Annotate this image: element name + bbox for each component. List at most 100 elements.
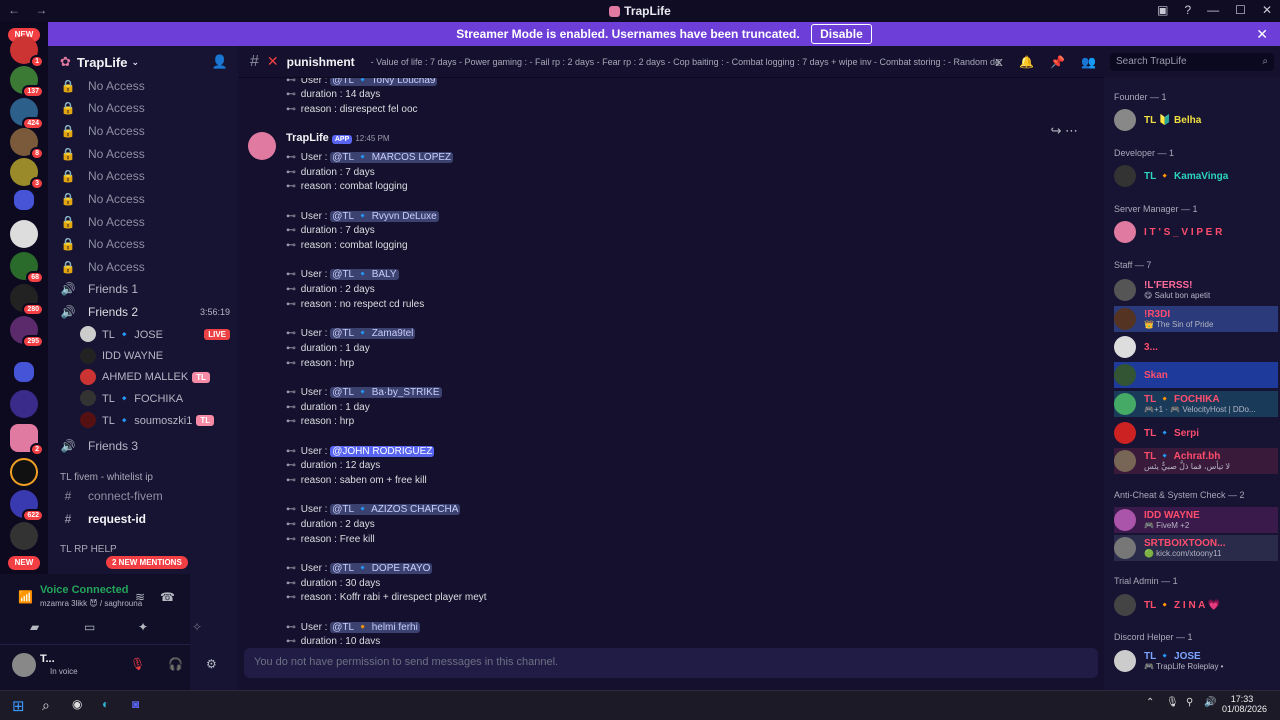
- member-item[interactable]: I T ' S _ V I P E R: [1114, 219, 1278, 245]
- voice-user[interactable]: TL 🔹 soumoszki1 TL: [80, 410, 230, 430]
- search-icon[interactable]: ⌕: [42, 697, 60, 715]
- channel-locked[interactable]: 🔒 No Access: [60, 166, 145, 186]
- member-item[interactable]: TL 🔹 Achraf.bh لا تيأس، فما ذلَّ صبيٌّ يئ…: [1114, 448, 1278, 474]
- member-item[interactable]: TL 🔹 Serpi: [1114, 420, 1278, 446]
- user-mention[interactable]: @JOHN RODRIGUEZ: [330, 445, 435, 457]
- server-icon[interactable]: 424: [10, 98, 44, 130]
- user-mention[interactable]: @TL 🔹 MARCOS LOPEZ: [330, 152, 454, 163]
- pin-icon[interactable]: 📌: [1050, 55, 1065, 70]
- voice-channel-friends-2[interactable]: 🔊 Friends 2 3:56:19: [60, 302, 230, 322]
- close-window-button[interactable]: ✕: [1262, 3, 1272, 17]
- add-member-icon[interactable]: 👤: [212, 54, 228, 70]
- user-mention[interactable]: @TL 🔸 helmi ferhi: [330, 621, 420, 633]
- members-icon[interactable]: 👥: [1081, 55, 1096, 70]
- threads-icon[interactable]: ⧖: [995, 55, 1003, 70]
- noise-suppression-icon[interactable]: ≋: [135, 590, 145, 604]
- server-icon[interactable]: [10, 220, 38, 248]
- voice-user[interactable]: IDD WAYNE: [80, 346, 230, 366]
- user-mention[interactable]: @TL 🔹 Rvyvn DeLuxe: [330, 210, 439, 222]
- server-icon[interactable]: 8: [10, 128, 44, 160]
- windows-start-icon[interactable]: ⊞: [12, 697, 30, 715]
- edge-icon[interactable]: ◐: [102, 697, 120, 715]
- channel-locked[interactable]: 🔒 No Access: [60, 121, 145, 141]
- new-mentions-pill[interactable]: 2 NEW MENTIONS: [106, 556, 188, 569]
- new-badge-bottom[interactable]: NEW: [8, 556, 40, 570]
- tray-chevron-icon[interactable]: ⌃: [1146, 697, 1164, 715]
- server-icon[interactable]: 622: [10, 490, 44, 522]
- signal-icon[interactable]: 📶: [18, 590, 33, 604]
- channel-request-id[interactable]: # request-id: [60, 509, 146, 529]
- server-icon[interactable]: [10, 458, 38, 486]
- maximize-button[interactable]: ☐: [1235, 3, 1246, 17]
- channel-locked[interactable]: 🔒 No Access: [60, 98, 145, 118]
- mic-icon[interactable]: 🎙: [1166, 697, 1184, 715]
- member-item[interactable]: 3...: [1114, 334, 1278, 360]
- voice-user[interactable]: TL 🔹 JOSE LIVE: [80, 324, 230, 344]
- volume-icon[interactable]: 🔊: [1204, 697, 1222, 715]
- member-item[interactable]: !R3DI 👑 The Sin of Pride: [1114, 306, 1278, 332]
- avatar[interactable]: [12, 653, 36, 677]
- user-mention[interactable]: @TL 🔹 AZIZOS CHAFCHA: [330, 504, 461, 516]
- activity-icon[interactable]: ✦: [138, 620, 148, 634]
- discord-icon[interactable]: ◙: [132, 697, 150, 715]
- network-icon[interactable]: ⚲: [1186, 697, 1204, 715]
- channel-connect-fivem[interactable]: # connect-fivem: [60, 486, 163, 506]
- server-icon[interactable]: [10, 522, 38, 550]
- server-icon[interactable]: 68: [10, 252, 44, 284]
- server-icon[interactable]: 1: [10, 36, 44, 68]
- search-input[interactable]: Search TrapLife ⌕: [1110, 53, 1274, 71]
- forward-icon[interactable]: ↪ ⋯: [1050, 123, 1078, 139]
- member-item[interactable]: SRTBOIXTOON... 🟢 kick.com/xtoony11: [1114, 535, 1278, 561]
- category-fivem[interactable]: TL fivem - whitelist ip: [60, 467, 153, 487]
- member-item[interactable]: Skan: [1114, 362, 1278, 388]
- channel-locked[interactable]: 🔒 No Access: [60, 212, 145, 232]
- channel-topic[interactable]: - Value of life : 7 days - Power gaming …: [371, 57, 1001, 67]
- voice-detail[interactable]: mzamra 3likk 😈 / saghrouna: [40, 599, 142, 608]
- server-icon[interactable]: 137: [10, 66, 44, 98]
- member-item[interactable]: TL 🔸 FOCHIKA 🎮+1 · 🎮 VelocityHost | DDo..…: [1114, 391, 1278, 417]
- server-icon[interactable]: 280: [10, 284, 44, 316]
- voice-channel-friends-1[interactable]: 🔊 Friends 1: [60, 279, 139, 299]
- close-banner-icon[interactable]: ✕: [1256, 22, 1268, 46]
- deafen-icon[interactable]: 🎧: [168, 657, 183, 671]
- channel-locked[interactable]: 🔒 No Access: [60, 234, 145, 254]
- traplife-server-icon[interactable]: 2: [10, 424, 44, 456]
- channel-locked[interactable]: 🔒 No Access: [60, 76, 145, 96]
- channel-locked[interactable]: 🔒 No Access: [60, 144, 145, 164]
- voice-user[interactable]: AHMED MALLEK TL: [80, 367, 230, 387]
- user-mention[interactable]: @TL 🔹 Ba·by_STRIKE: [330, 386, 442, 398]
- disable-streamer-button[interactable]: Disable: [811, 24, 872, 44]
- user-mention[interactable]: @TL 🔹 BALY: [330, 269, 399, 281]
- user-mention[interactable]: @TL 🔹 Zama9tel: [330, 328, 416, 340]
- member-item[interactable]: TL 🔹 JOSE 🎮 TrapLife Roleplay •: [1114, 648, 1278, 674]
- clock[interactable]: 17:33 01/08/2026: [1222, 694, 1267, 714]
- server-icon[interactable]: 3: [10, 158, 44, 190]
- inbox-icon[interactable]: ▣: [1157, 3, 1168, 17]
- gear-icon[interactable]: ⚙: [206, 657, 217, 671]
- disconnect-icon[interactable]: ☎: [160, 590, 175, 604]
- member-item[interactable]: IDD WAYNE 🎮 FiveM +2: [1114, 507, 1278, 533]
- member-item[interactable]: !L'FERSS! 😋 Salut bon apetit: [1114, 277, 1278, 303]
- channel-locked[interactable]: 🔒 No Access: [60, 257, 145, 277]
- folder-icon[interactable]: [14, 190, 34, 210]
- voice-user[interactable]: TL 🔹 FOCHIKA: [80, 388, 230, 408]
- channel-locked[interactable]: 🔒 No Access: [60, 189, 145, 209]
- member-item[interactable]: TL 🔰 Belha: [1114, 107, 1278, 133]
- message-author[interactable]: TrapLife APP 12:45 PM: [286, 132, 390, 144]
- server-icon[interactable]: [10, 390, 38, 418]
- steam-icon[interactable]: ◉: [72, 697, 90, 715]
- minimize-button[interactable]: —: [1207, 3, 1219, 17]
- bell-icon[interactable]: 🔔: [1019, 55, 1034, 70]
- folder-icon[interactable]: [14, 362, 34, 382]
- screen-share-icon[interactable]: ▭: [84, 620, 95, 634]
- user-mention[interactable]: @TL 🔹 DOPE RAYO: [330, 562, 433, 574]
- mic-muted-icon[interactable]: 🎙: [130, 657, 145, 671]
- member-item[interactable]: TL 🔸 Z I N A 💗: [1114, 592, 1278, 618]
- soundboard-icon[interactable]: ✧: [192, 620, 202, 634]
- member-item[interactable]: TL 🔸 KamaVinga: [1114, 163, 1278, 189]
- avatar[interactable]: [248, 132, 276, 160]
- help-icon[interactable]: ?: [1184, 3, 1191, 17]
- server-icon[interactable]: 295: [10, 316, 44, 348]
- server-header[interactable]: ✿ TrapLife ⌄ 👤: [48, 46, 238, 78]
- voice-channel-friends-3[interactable]: 🔊 Friends 3: [60, 436, 139, 456]
